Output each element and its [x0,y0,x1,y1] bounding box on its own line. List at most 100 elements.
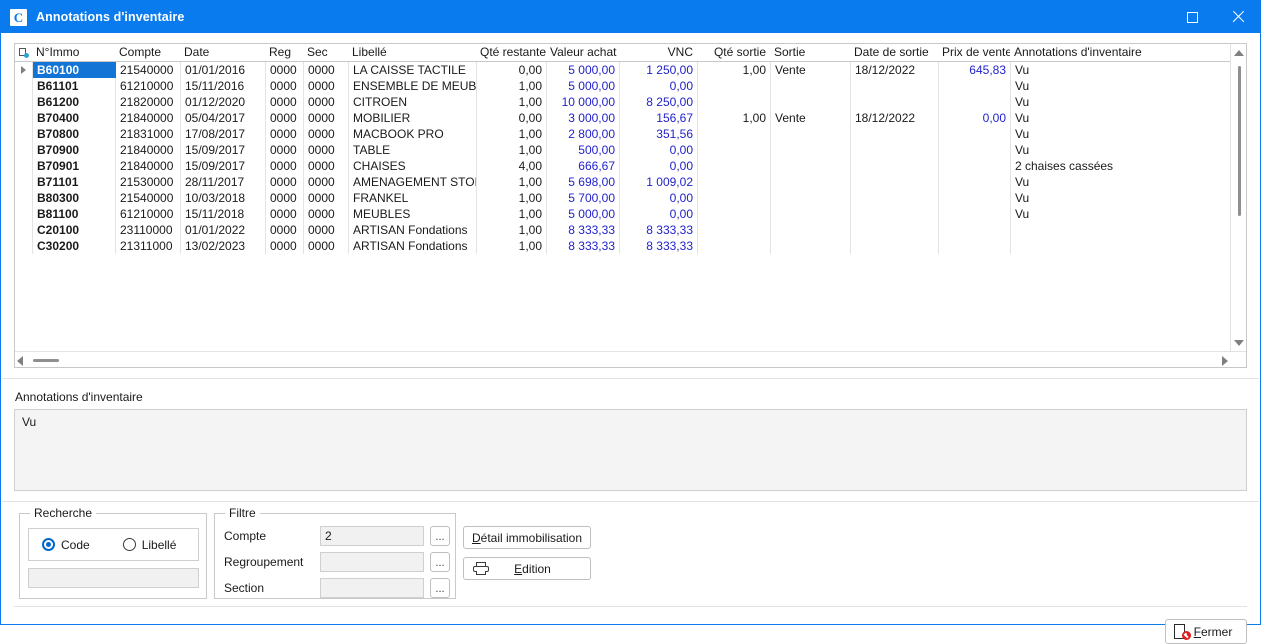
cell-compte[interactable]: 21840000 [116,158,181,174]
cell-compte[interactable]: 23110000 [116,222,181,238]
cell-immo[interactable]: B61101 [33,78,116,94]
assets-grid[interactable]: N°Immo Compte Date Reg Sec Libellé Qté restant… [14,43,1247,368]
row-indicator[interactable] [15,94,33,110]
grid-header-qte_sortie[interactable]: Qté sortie [697,44,770,61]
annotation-textarea[interactable]: Vu [14,409,1247,491]
cell-date_sortie[interactable] [851,126,939,142]
cell-qte_sortie[interactable]: 1,00 [698,110,771,126]
cell-sec[interactable]: 0000 [304,174,349,190]
cell-qte_restante[interactable]: 1,00 [477,222,547,238]
cell-reg[interactable]: 0000 [266,110,304,126]
scroll-down-button[interactable] [1231,334,1246,351]
cell-sortie[interactable] [771,78,851,94]
cell-valeur_achat[interactable]: 3 000,00 [547,110,620,126]
cell-prix_vente[interactable] [939,158,1011,174]
row-indicator[interactable] [15,142,33,158]
row-indicator[interactable] [15,158,33,174]
cell-qte_restante[interactable]: 0,00 [477,62,547,78]
cell-reg[interactable]: 0000 [266,190,304,206]
grid-header-libelle[interactable]: Libellé [348,44,476,61]
cell-compte[interactable]: 21840000 [116,142,181,158]
cell-immo[interactable]: B70900 [33,142,116,158]
cell-libelle[interactable]: CITROEN [349,94,477,110]
scroll-up-button[interactable] [1231,44,1246,61]
cell-date[interactable]: 01/01/2022 [181,222,266,238]
cell-qte_restante[interactable]: 1,00 [477,142,547,158]
filter-browse-regroupement-button[interactable]: ... [430,552,450,572]
cell-prix_vente[interactable]: 0,00 [939,110,1011,126]
cell-vnc[interactable]: 8 250,00 [620,94,698,110]
cell-annotations[interactable]: Vu [1011,174,1228,190]
cell-date[interactable]: 01/01/2016 [181,62,266,78]
cell-prix_vente[interactable] [939,238,1011,254]
cell-compte[interactable]: 21540000 [116,190,181,206]
cell-sortie[interactable]: Vente [771,110,851,126]
cell-qte_sortie[interactable]: 1,00 [698,62,771,78]
table-row[interactable]: C30200 21311000 13/02/2023 0000 0000 ARTISAN … [15,238,1246,254]
cell-vnc[interactable]: 351,56 [620,126,698,142]
cell-valeur_achat[interactable]: 500,00 [547,142,620,158]
row-indicator[interactable] [15,222,33,238]
cell-sec[interactable]: 0000 [304,206,349,222]
cell-sec[interactable]: 0000 [304,190,349,206]
cell-valeur_achat[interactable]: 666,67 [547,158,620,174]
cell-sortie[interactable] [771,142,851,158]
cell-libelle[interactable]: AMENAGEMENT STORE E [349,174,477,190]
filter-browse-compte-button[interactable]: ... [430,526,450,546]
cell-qte_restante[interactable]: 1,00 [477,238,547,254]
cell-libelle[interactable]: CHAISES [349,158,477,174]
cell-qte_restante[interactable]: 1,00 [477,174,547,190]
edition-button[interactable]: Edition [463,557,591,580]
cell-qte_sortie[interactable] [698,238,771,254]
cell-sortie[interactable] [771,174,851,190]
row-indicator[interactable] [15,78,33,94]
cell-annotations[interactable] [1011,238,1228,254]
cell-annotations[interactable]: Vu [1011,62,1228,78]
table-row[interactable]: B81100 61210000 15/11/2018 0000 0000 MEUBLES 1… [15,206,1246,222]
cell-immo[interactable]: B61200 [33,94,116,110]
row-indicator[interactable] [15,238,33,254]
table-row[interactable]: B70800 21831000 17/08/2017 0000 0000 MACBOOK … [15,126,1246,142]
cell-sortie[interactable] [771,126,851,142]
cell-libelle[interactable]: ARTISAN Fondations [349,238,477,254]
cell-date_sortie[interactable] [851,238,939,254]
cell-sortie[interactable] [771,222,851,238]
cell-reg[interactable]: 0000 [266,222,304,238]
table-row[interactable]: B70901 21840000 15/09/2017 0000 0000 CHAISES 4… [15,158,1246,174]
cell-vnc[interactable]: 156,67 [620,110,698,126]
grid-header-qte_restante[interactable]: Qté restante [476,44,546,61]
cell-reg[interactable]: 0000 [266,238,304,254]
cell-qte_sortie[interactable] [698,190,771,206]
cell-immo[interactable]: B81100 [33,206,116,222]
cell-sec[interactable]: 0000 [304,78,349,94]
cell-compte[interactable]: 61210000 [116,78,181,94]
cell-libelle[interactable]: MOBILIER [349,110,477,126]
cell-qte_sortie[interactable] [698,174,771,190]
cell-date_sortie[interactable] [851,142,939,158]
cell-qte_restante[interactable]: 1,00 [477,78,547,94]
cell-vnc[interactable]: 0,00 [620,142,698,158]
cell-libelle[interactable]: MACBOOK PRO [349,126,477,142]
cell-qte_sortie[interactable] [698,158,771,174]
cell-qte_restante[interactable]: 1,00 [477,190,547,206]
cell-reg[interactable]: 0000 [266,142,304,158]
cell-qte_sortie[interactable] [698,222,771,238]
cell-valeur_achat[interactable]: 10 000,00 [547,94,620,110]
chevron-left-icon[interactable] [17,356,23,366]
cell-annotations[interactable] [1011,222,1228,238]
table-row[interactable]: B70400 21840000 05/04/2017 0000 0000 MOBILIER… [15,110,1246,126]
cell-date_sortie[interactable] [851,206,939,222]
cell-date_sortie[interactable] [851,158,939,174]
cell-prix_vente[interactable] [939,206,1011,222]
cell-date[interactable]: 15/09/2017 [181,158,266,174]
cell-prix_vente[interactable] [939,174,1011,190]
cell-immo[interactable]: B70901 [33,158,116,174]
cell-qte_sortie[interactable] [698,206,771,222]
cell-reg[interactable]: 0000 [266,126,304,142]
table-row[interactable]: B70900 21840000 15/09/2017 0000 0000 TABLE 1,0… [15,142,1246,158]
close-button[interactable] [1215,1,1260,33]
cell-date[interactable]: 15/09/2017 [181,142,266,158]
cell-libelle[interactable]: ENSEMBLE DE MEUBLES [349,78,477,94]
cell-sortie[interactable] [771,238,851,254]
cell-qte_restante[interactable]: 0,00 [477,110,547,126]
